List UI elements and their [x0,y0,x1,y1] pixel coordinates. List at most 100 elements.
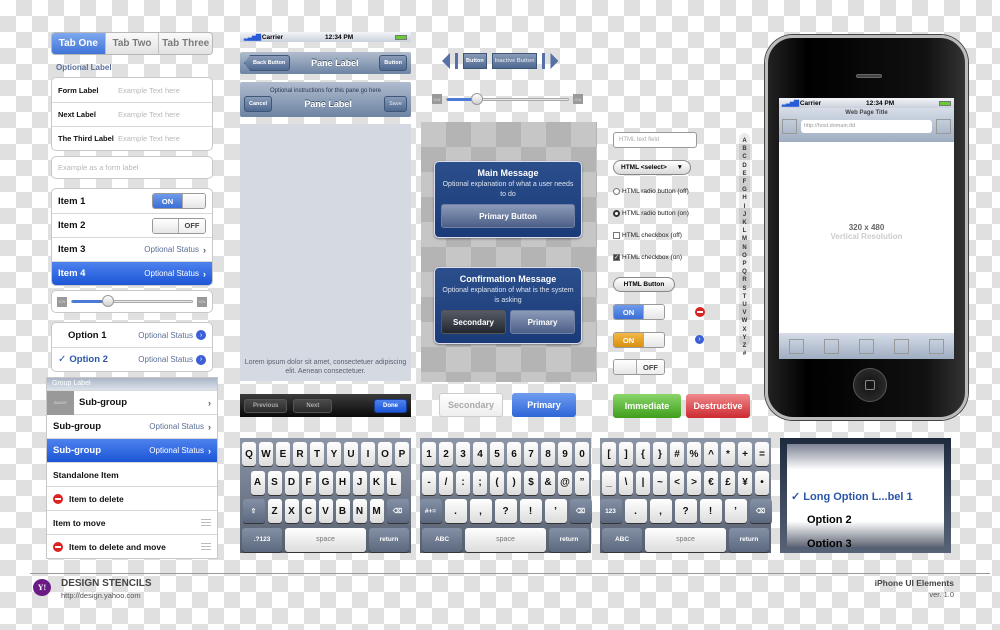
image-placeholder-icon[interactable] [936,119,951,134]
list-item[interactable]: Item 3 Optional Status › [52,237,212,261]
index-letter[interactable]: P [742,260,746,268]
space-key[interactable]: space [285,527,366,552]
space-key[interactable]: space [465,527,546,552]
tab-icon[interactable] [894,338,909,354]
primary-button[interactable]: Primary [510,310,575,334]
list-item-selected[interactable]: Item 4 Optional Status › [52,261,212,285]
key[interactable]: ; [473,470,487,495]
key[interactable]: ? [494,499,517,523]
key[interactable]: % [687,442,701,466]
key[interactable]: , [649,499,672,523]
key[interactable]: • [755,470,769,495]
key[interactable]: @ [558,470,572,495]
key[interactable]: - [422,470,436,495]
index-letter[interactable]: N [742,244,746,252]
key[interactable]: F [301,470,316,495]
key[interactable]: J [352,470,367,495]
index-letter[interactable]: G [742,186,747,194]
index-letter[interactable]: I [744,203,746,211]
index-letter[interactable]: Q [742,268,747,276]
toggle-off[interactable]: OFF [613,359,665,375]
key[interactable]: R [293,442,307,466]
index-letter[interactable]: X [742,326,746,334]
brand-url[interactable]: http://design.yahoo.com [61,591,141,600]
index-letter[interactable]: O [742,252,747,260]
key[interactable]: } [653,442,667,466]
index-letter[interactable]: Z [743,342,747,350]
key[interactable]: ’ [544,499,567,523]
key[interactable]: / [439,470,453,495]
immediate-button[interactable]: Immediate [613,394,681,418]
key[interactable]: + [738,442,752,466]
index-letter[interactable]: W [742,317,748,325]
form-field[interactable]: Example Text here [118,110,180,119]
index-letter[interactable]: C [742,153,746,161]
key[interactable]: ^ [704,442,718,466]
key[interactable]: ” [575,470,589,495]
key[interactable]: H [335,470,350,495]
list-item[interactable]: Item to move [47,510,217,534]
key[interactable]: # [670,442,684,466]
key[interactable]: . [444,499,467,523]
index-letter[interactable]: R [742,276,746,284]
primary-button[interactable]: Primary Button [441,204,575,228]
key[interactable]: ( [490,470,504,495]
key[interactable]: { [636,442,650,466]
form-field[interactable]: Example Text here [118,134,180,143]
section-index[interactable]: A B C D E F G H I J K L M N O P Q R S T U V W X Y Z # [739,133,750,357]
disclosure-icon[interactable]: › [196,330,206,340]
key[interactable]: V [318,499,333,523]
bar-button[interactable]: Button [463,53,487,69]
done-button[interactable]: Done [374,398,407,413]
index-letter[interactable]: U [742,301,746,309]
key[interactable]: G [318,470,333,495]
url-field[interactable]: http://host.domain.tld [801,120,932,133]
key[interactable]: T [310,442,324,466]
return-key[interactable]: return [369,527,409,552]
index-letter[interactable]: B [742,145,746,153]
index-letter[interactable]: Y [742,334,746,342]
index-letter[interactable]: D [742,162,746,170]
key[interactable]: | [636,470,650,495]
index-letter[interactable]: S [742,285,746,293]
destructive-button[interactable]: Destructive [686,394,750,418]
delete-icon[interactable] [53,541,63,552]
tab-icon[interactable] [929,338,944,354]
key[interactable]: W [259,442,273,466]
return-key[interactable]: return [549,527,589,552]
slider[interactable] [71,295,193,307]
disclosure-icon[interactable]: › [695,335,704,344]
tab-icon[interactable] [824,338,839,354]
tab-icon[interactable] [859,338,874,354]
index-letter[interactable]: T [743,293,747,301]
key[interactable]: ¥ [738,470,752,495]
arrow-right-icon[interactable] [550,53,559,69]
picker-option[interactable]: Option 2 [787,514,944,538]
key[interactable]: ! [699,499,722,523]
key[interactable]: #+= [419,499,442,523]
key[interactable]: ABC [422,527,462,552]
key[interactable]: , [469,499,492,523]
key[interactable]: [ [602,442,616,466]
radio-on[interactable]: HTML radio button (on) [613,210,689,217]
slider[interactable] [446,92,569,105]
key[interactable]: A [250,470,265,495]
form-field[interactable]: Example Text here [118,86,180,95]
slider-knob[interactable] [102,295,114,307]
tab-icon[interactable] [789,338,804,354]
list-item[interactable]: IMAGE Sub-group › [47,390,217,415]
shift-icon[interactable]: ⇧ [242,499,265,523]
picker-wheel[interactable]: ✓ Long Option L...bel 1 Option 2 Option … [787,444,944,547]
key[interactable]: 3 [456,442,470,466]
index-letter[interactable]: A [742,137,746,145]
key[interactable]: 8 [541,442,555,466]
primary-button[interactable]: Primary [512,393,576,417]
home-button[interactable] [853,368,887,402]
delete-icon[interactable] [695,307,705,317]
key[interactable]: _ [602,470,616,495]
key[interactable]: U [344,442,358,466]
html-button[interactable]: HTML Button [613,277,675,292]
key[interactable]: ] [619,442,633,466]
tab-one[interactable]: Tab One [52,33,105,54]
key[interactable]: S [267,470,282,495]
